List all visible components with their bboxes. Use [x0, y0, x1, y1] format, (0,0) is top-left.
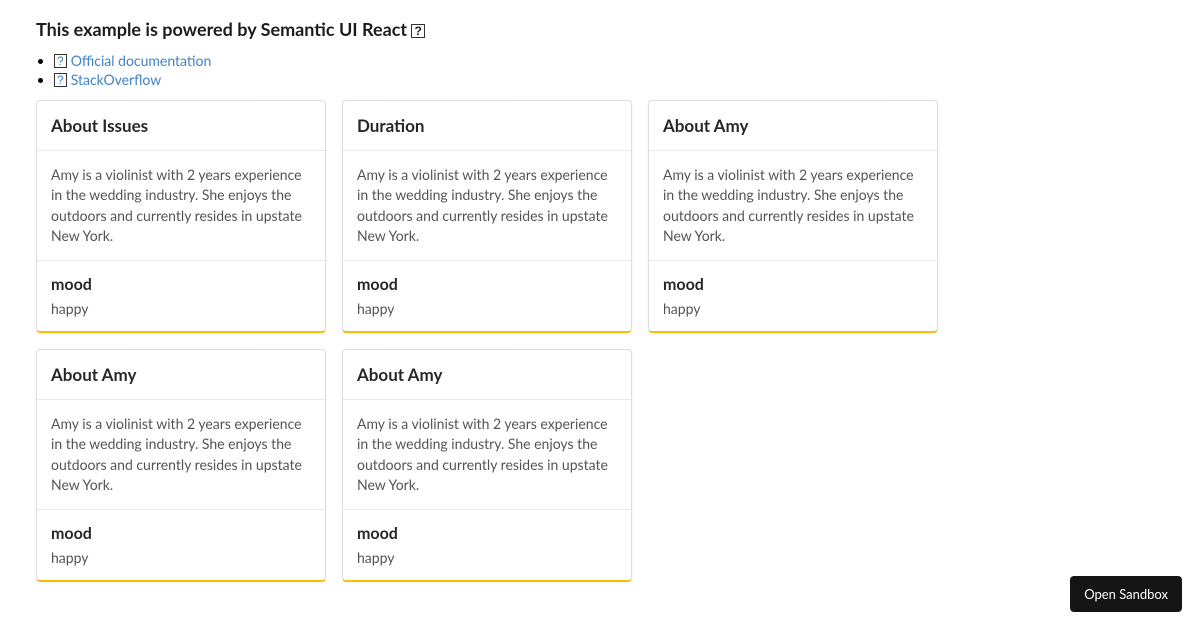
mood-value: happy — [357, 549, 617, 566]
external-link-icon: ? — [411, 24, 424, 38]
open-sandbox-button[interactable]: Open Sandbox — [1070, 576, 1182, 612]
card-description: Amy is a violinist with 2 years experien… — [51, 414, 311, 495]
card-description: Amy is a violinist with 2 years experien… — [663, 165, 923, 246]
card-description: Amy is a violinist with 2 years experien… — [51, 165, 311, 246]
stackoverflow-link[interactable]: ? StackOverflow — [54, 71, 161, 88]
list-item: ? StackOverflow — [54, 71, 1164, 88]
card-description: Amy is a violinist with 2 years experien… — [357, 165, 617, 246]
mood-value: happy — [51, 300, 311, 317]
card-header: About Issues — [51, 115, 311, 136]
card-header: About Amy — [51, 364, 311, 385]
page-title: This example is powered by Semantic UI R… — [36, 18, 1164, 40]
mood-value: happy — [357, 300, 617, 317]
card-header: Duration — [357, 115, 617, 136]
mood-value: happy — [663, 300, 923, 317]
card-about-amy[interactable]: About Amy Amy is a violinist with 2 year… — [342, 349, 632, 582]
page-title-text: This example is powered by Semantic UI R… — [36, 18, 407, 40]
stack-overflow-icon: ? — [54, 73, 67, 87]
mood-label: mood — [51, 524, 311, 543]
card-header: About Amy — [663, 115, 923, 136]
mood-label: mood — [51, 275, 311, 294]
card-about-amy[interactable]: About Amy Amy is a violinist with 2 year… — [648, 100, 938, 333]
card-header: About Amy — [357, 364, 617, 385]
list-item: ? Official documentation — [54, 52, 1164, 69]
card-description: Amy is a violinist with 2 years experien… — [357, 414, 617, 495]
mood-label: mood — [357, 524, 617, 543]
mood-value: happy — [51, 549, 311, 566]
card-group: About Issues Amy is a violinist with 2 y… — [28, 92, 1172, 590]
card-about-issues[interactable]: About Issues Amy is a violinist with 2 y… — [36, 100, 326, 333]
card-duration[interactable]: Duration Amy is a violinist with 2 years… — [342, 100, 632, 333]
book-icon: ? — [54, 54, 67, 68]
card-about-amy[interactable]: About Amy Amy is a violinist with 2 year… — [36, 349, 326, 582]
link-list: ? Official documentation ? StackOverflow — [36, 52, 1164, 88]
link-label: StackOverflow — [71, 71, 162, 88]
link-label: Official documentation — [71, 52, 212, 69]
official-documentation-link[interactable]: ? Official documentation — [54, 52, 211, 69]
mood-label: mood — [357, 275, 617, 294]
mood-label: mood — [663, 275, 923, 294]
